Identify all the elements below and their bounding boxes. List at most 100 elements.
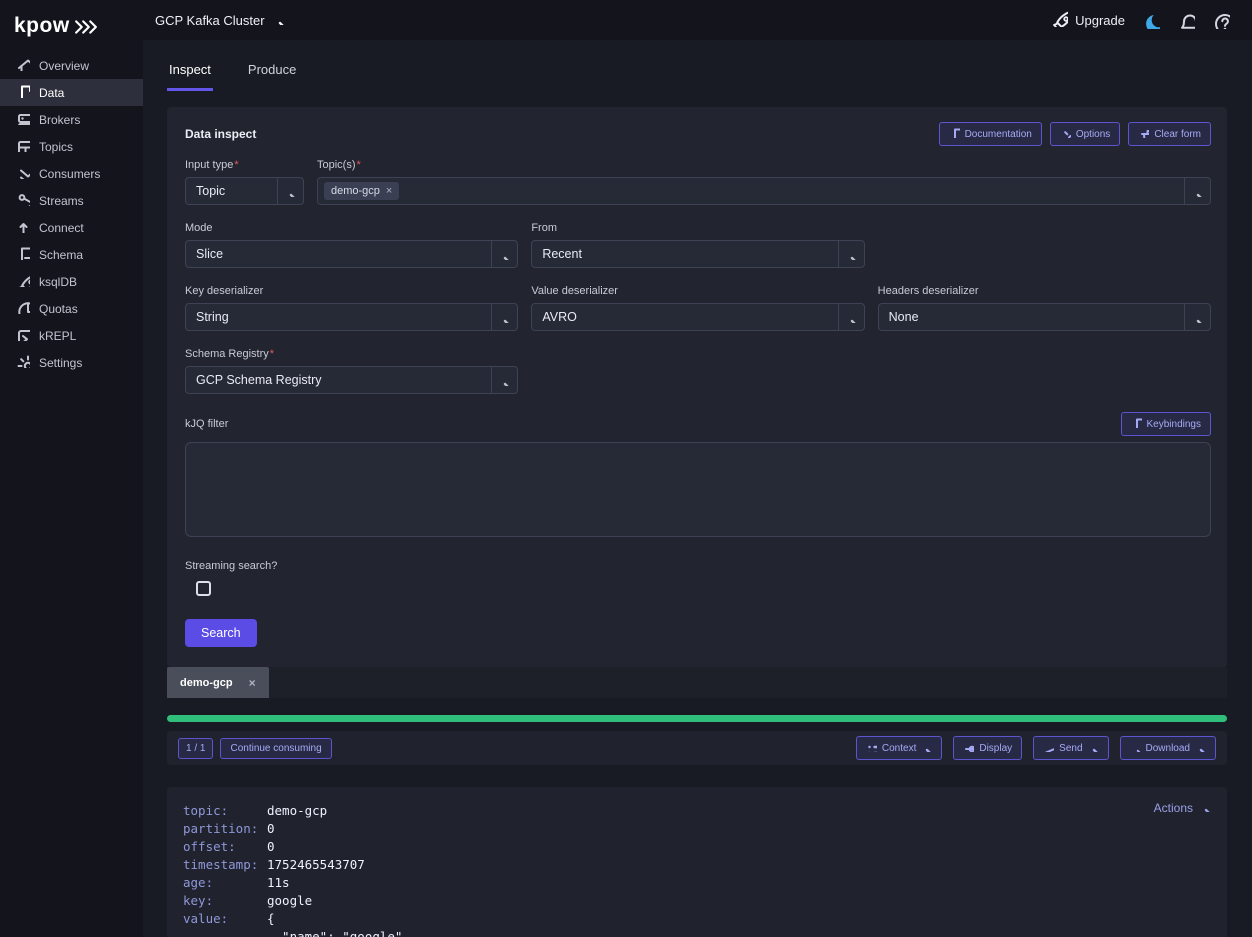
chevron-down-icon xyxy=(277,178,303,204)
share-icon xyxy=(16,192,30,209)
send-icon xyxy=(1043,741,1054,755)
sidebar-item-data[interactable]: Data xyxy=(0,79,143,106)
list-icon xyxy=(866,741,877,755)
chevron-down-icon xyxy=(1184,178,1210,204)
close-icon[interactable]: × xyxy=(249,677,256,689)
page-tabs: Inspect Produce xyxy=(167,54,1227,91)
kjq-filter-input[interactable] xyxy=(185,442,1211,537)
record-row: partition:0 xyxy=(183,820,1211,838)
record-row: topic:demo-gcp xyxy=(183,802,1211,820)
sidebar-item-krepl[interactable]: kREPL xyxy=(0,322,143,349)
sidebar-item-label: kREPL xyxy=(39,329,76,343)
sidebar-item-ksqldb[interactable]: ksqlDB xyxy=(0,268,143,295)
streaming-search-label: Streaming search? xyxy=(185,560,1211,572)
key-deserializer-select[interactable]: String xyxy=(185,303,518,331)
double-chevron-down-icon xyxy=(16,165,30,182)
data-inspect-card: Data inspect Documentation Options Cl xyxy=(167,107,1227,667)
key-deserializer-label: Key deserializer xyxy=(185,285,518,297)
logo-text: kpow xyxy=(14,14,70,38)
sidebar-item-consumers[interactable]: Consumers xyxy=(0,160,143,187)
chevron-down-icon xyxy=(491,241,517,267)
table-icon xyxy=(16,138,30,155)
options-button[interactable]: Options xyxy=(1050,122,1120,146)
from-label: From xyxy=(531,222,864,234)
sidebar-item-label: Streams xyxy=(39,194,84,208)
sidebar-item-connect[interactable]: Connect xyxy=(0,214,143,241)
chevron-down-icon xyxy=(491,367,517,393)
context-dropdown[interactable]: Context xyxy=(856,736,942,760)
display-button[interactable]: Display xyxy=(953,736,1022,760)
sidebar-item-label: Connect xyxy=(39,221,84,235)
mode-label: Mode xyxy=(185,222,518,234)
input-type-select[interactable]: Topic xyxy=(185,177,304,205)
chevron-down-icon xyxy=(838,241,864,267)
search-button[interactable]: Search xyxy=(185,619,257,647)
keybindings-button[interactable]: Keybindings xyxy=(1121,412,1211,436)
input-type-label: Input type* xyxy=(185,159,304,171)
value-deserializer-label: Value deserializer xyxy=(531,285,864,297)
chevron-down-icon xyxy=(1184,304,1210,330)
topic-tag: demo-gcp × xyxy=(324,182,399,200)
send-dropdown[interactable]: Send xyxy=(1033,736,1108,760)
sidebar-item-streams[interactable]: Streams xyxy=(0,187,143,214)
theme-toggle-moon-icon[interactable] xyxy=(1143,12,1160,29)
mode-field: Mode Slice xyxy=(185,222,518,268)
mode-select[interactable]: Slice xyxy=(185,240,518,268)
record-row: value:{ "name": "google" } xyxy=(183,910,1211,937)
schema-registry-select[interactable]: GCP Schema Registry xyxy=(185,366,518,394)
sidebar-item-label: Data xyxy=(39,86,64,100)
headers-deserializer-label: Headers deserializer xyxy=(878,285,1211,297)
card-title: Data inspect xyxy=(185,127,256,141)
gear-icon xyxy=(16,354,30,371)
chevron-down-icon xyxy=(491,304,517,330)
sidebar-item-schema[interactable]: Schema xyxy=(0,241,143,268)
topbar-actions: Upgrade xyxy=(1051,10,1230,30)
tab-inspect[interactable]: Inspect xyxy=(167,54,213,91)
actions-dropdown[interactable]: Actions xyxy=(1154,801,1211,815)
chevron-down-icon xyxy=(838,304,864,330)
record-row: age:11s xyxy=(183,874,1211,892)
schema-registry-label: Schema Registry* xyxy=(185,348,518,360)
chevron-down-icon xyxy=(274,13,285,28)
logo-chevrons-icon xyxy=(74,19,98,35)
document-icon xyxy=(1131,417,1142,431)
result-tab-demo-gcp[interactable]: demo-gcp × xyxy=(167,667,269,698)
sidebar-item-label: Schema xyxy=(39,248,83,262)
sidebar-item-brokers[interactable]: Brokers xyxy=(0,106,143,133)
sidebar-item-overview[interactable]: Overview xyxy=(0,52,143,79)
help-icon[interactable] xyxy=(1213,12,1230,29)
download-dropdown[interactable]: Download xyxy=(1120,736,1216,760)
topics-multiselect[interactable]: demo-gcp × xyxy=(317,177,1211,205)
remove-topic-icon[interactable]: × xyxy=(386,186,392,197)
clear-form-button[interactable]: Clear form xyxy=(1128,122,1211,146)
kpow-logo[interactable]: kpow xyxy=(0,0,143,52)
chevron-down-icon xyxy=(1200,801,1211,815)
sidebar-item-label: Quotas xyxy=(39,302,78,316)
key-deserializer-field: Key deserializer String xyxy=(185,285,518,331)
upgrade-button[interactable]: Upgrade xyxy=(1051,10,1125,30)
sidebar-item-label: Settings xyxy=(39,356,82,370)
value-deserializer-select[interactable]: AVRO xyxy=(531,303,864,331)
record-row: offset:0 xyxy=(183,838,1211,856)
streaming-search-checkbox[interactable] xyxy=(196,581,211,596)
sidebar-item-label: Overview xyxy=(39,59,89,73)
sidebar-item-quotas[interactable]: Quotas xyxy=(0,295,143,322)
documentation-button[interactable]: Documentation xyxy=(939,122,1042,146)
bell-icon[interactable] xyxy=(1178,12,1195,29)
headers-deserializer-select[interactable]: None xyxy=(878,303,1211,331)
sidebar-item-label: ksqlDB xyxy=(39,275,77,289)
sidebar-item-topics[interactable]: Topics xyxy=(0,133,143,160)
cluster-selector[interactable]: GCP Kafka Cluster xyxy=(155,13,285,28)
continue-consuming-button[interactable]: Continue consuming xyxy=(220,738,331,759)
record-row: key:google xyxy=(183,892,1211,910)
home-icon xyxy=(16,57,30,74)
record-panel: Actions topic:demo-gcp partition:0 offse… xyxy=(167,787,1227,937)
sidebar-item-label: Consumers xyxy=(39,167,100,181)
consume-progress-bar xyxy=(167,715,1227,722)
top-bar: GCP Kafka Cluster Upgrade xyxy=(143,0,1252,40)
topics-label: Topic(s)* xyxy=(317,159,1211,171)
sidebar-item-label: Topics xyxy=(39,140,73,154)
tab-produce[interactable]: Produce xyxy=(246,54,298,91)
sidebar-item-settings[interactable]: Settings xyxy=(0,349,143,376)
from-select[interactable]: Recent xyxy=(531,240,864,268)
